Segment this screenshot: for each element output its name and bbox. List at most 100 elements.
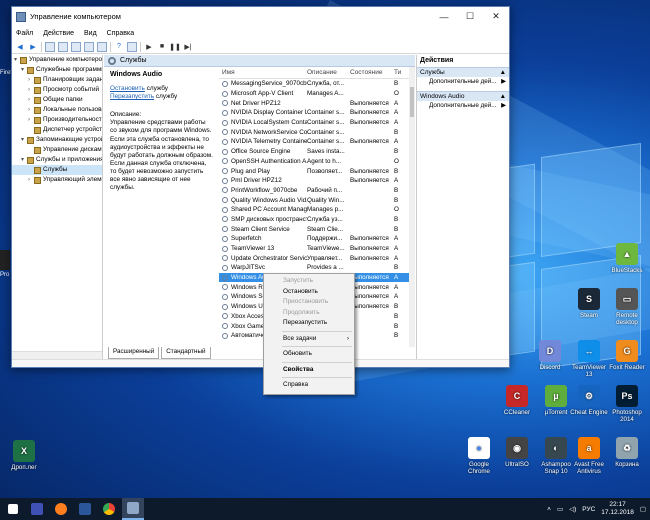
column-status[interactable]: Состояние [350, 69, 394, 76]
table-row[interactable]: Office Source Engine Saves insta... В [219, 147, 409, 157]
back-icon[interactable]: ◀ [15, 42, 25, 52]
menu-file[interactable]: Файл [16, 30, 33, 37]
tree-node[interactable]: › Управляющий элемен [12, 175, 102, 185]
desktop-icon-excel[interactable]: X Дроп.лег [4, 440, 44, 471]
desktop-icon[interactable]: ▭ Remote desktop [607, 288, 647, 326]
title-bar[interactable]: Управление компьютером — ☐ ✕ [12, 7, 509, 26]
menu-item-refresh[interactable]: Обновить [264, 349, 354, 360]
desktop-icon[interactable]: C CCleaner [497, 385, 537, 416]
tree-node[interactable]: ▾Управление компьютером (л [12, 55, 102, 65]
table-row[interactable]: NVIDIA NetworkService Co... Container s..… [219, 127, 409, 137]
pause-service-icon[interactable]: ❚❚ [169, 42, 181, 52]
tree-node[interactable]: › Производительность [12, 115, 102, 125]
desktop-icon[interactable]: ● Google Chrome [459, 437, 499, 475]
actions-section-windows-audio[interactable]: Windows Audio ▲ [417, 91, 509, 101]
start-button[interactable] [2, 498, 24, 520]
menu-item-restart[interactable]: Перезапустить [264, 318, 354, 329]
table-row[interactable]: Update Orchestrator Service Управляет... В… [219, 253, 409, 263]
desktop-icon[interactable]: D Discord [530, 340, 570, 371]
stop-service-link[interactable]: Остановить [110, 85, 145, 92]
tree-node[interactable]: › Просмотр событий [12, 85, 102, 95]
network-icon[interactable]: ▭ [557, 505, 563, 513]
notifications-icon[interactable]: ▢ [640, 505, 646, 513]
table-row[interactable]: PrintWorkflow_9070cbe Рабочий п... В [219, 186, 409, 196]
close-button[interactable]: ✕ [483, 11, 509, 22]
menu-help[interactable]: Справка [107, 30, 134, 37]
desktop-icon[interactable]: a Avast Free Antivirus [569, 437, 609, 475]
more-actions-windows-audio[interactable]: Дополнительные дей... ▶ [417, 101, 509, 111]
desktop-icon[interactable]: G Foxit Reader [607, 340, 647, 371]
table-row[interactable]: Microsoft App-V Client Manages A... О [219, 89, 409, 99]
tree-node[interactable]: ›Планировщик заданий [12, 75, 102, 85]
desktop-icon[interactable]: ♻ Корзина [607, 437, 647, 468]
export-icon[interactable] [97, 41, 107, 52]
table-row[interactable]: OpenSSH Authentication A... Agent to h...… [219, 157, 409, 167]
menu-item-stop[interactable]: Остановить [264, 287, 354, 298]
menu-item-all-tasks[interactable]: Все задачи › [264, 334, 354, 345]
table-row[interactable]: SMP дисковых пространст... Служба уз... В [219, 215, 409, 225]
language-indicator[interactable]: РУС [582, 506, 595, 513]
maximize-button[interactable]: ☐ [457, 11, 483, 22]
table-row[interactable]: MessagingService_9070cbe Служба, от... В [219, 79, 409, 89]
table-row[interactable]: NVIDIA Display Container LS Container s..… [219, 108, 409, 118]
table-row[interactable]: Pml Driver HPZ12 Выполняется А [219, 176, 409, 186]
taskbar-chrome[interactable] [98, 498, 120, 520]
table-row[interactable]: Net Driver HPZ12 Выполняется А [219, 98, 409, 108]
tree-node[interactable]: ▾ Служебные программы [12, 65, 102, 75]
more-actions-services[interactable]: Дополнительные дей... ▶ [417, 77, 509, 87]
list-view-icon[interactable] [71, 41, 81, 52]
table-row[interactable]: Quality Windows Audio Vid... Quality Win.… [219, 195, 409, 205]
tree-node[interactable]: › Общие папки [12, 95, 102, 105]
desktop-icon[interactable]: S Steam [569, 288, 609, 319]
actions-section-services[interactable]: Службы ▲ [417, 67, 509, 77]
show-tree-icon[interactable] [58, 41, 68, 52]
desktop-icon[interactable]: ◉ UltraISO [497, 437, 537, 468]
refresh-icon[interactable] [84, 41, 94, 52]
menu-item-help[interactable]: Справка [264, 380, 354, 391]
volume-icon[interactable]: ◁) [569, 505, 576, 513]
side-handle[interactable] [0, 250, 10, 270]
table-row[interactable]: NVIDIA LocalSystem Contain...Container s… [219, 118, 409, 128]
restart-service-link[interactable]: Перезапустить [110, 93, 154, 100]
table-row[interactable]: Steam Client Service Steam Clie... В [219, 224, 409, 234]
services-vertical-scrollbar[interactable] [409, 67, 415, 347]
tab-extended[interactable]: Расширенный [108, 347, 160, 359]
clock[interactable]: 22:17 17.12.2018 [601, 501, 634, 517]
up-folder-icon[interactable] [45, 41, 55, 52]
taskbar-firefox[interactable] [50, 498, 72, 520]
column-type[interactable]: Ти [394, 69, 409, 76]
table-row[interactable]: NVIDIA Telemetry Container Container s...… [219, 137, 409, 147]
table-row[interactable]: TeamViewer 13 TeamViewe... Выполняется А [219, 244, 409, 254]
desktop-icon[interactable]: ▲ BlueStacks [607, 243, 647, 274]
help-icon[interactable]: ? [114, 42, 124, 52]
tree-node[interactable]: Службы [12, 165, 102, 175]
tree-node[interactable]: ▾ Службы и приложения [12, 155, 102, 165]
stop-service-icon[interactable]: ■ [157, 42, 167, 52]
column-name[interactable]: Имя [219, 69, 307, 76]
taskbar-save[interactable] [26, 498, 48, 520]
scrollbar-thumb[interactable] [410, 87, 414, 117]
desktop-icon[interactable]: Ps Photoshop 2014 [607, 385, 647, 423]
menu-action[interactable]: Действие [43, 30, 74, 37]
minimize-button[interactable]: — [431, 12, 457, 22]
desktop-icon[interactable]: ↔ TeamViewer 13 [569, 340, 609, 378]
desktop-icon[interactable]: ⚙ Cheat Engine [569, 385, 609, 416]
tree-node[interactable]: Управление дисками [12, 145, 102, 155]
tree-node[interactable]: ›Локальные пользовате [12, 105, 102, 115]
menu-item-properties[interactable]: Свойства [264, 365, 354, 376]
start-service-icon[interactable]: ▶ [144, 42, 154, 52]
menu-item-start[interactable]: Запустить [264, 276, 354, 287]
tree-horizontal-scrollbar[interactable] [12, 351, 102, 359]
restart-service-icon[interactable]: ▶| [183, 42, 193, 52]
menu-view[interactable]: Вид [84, 30, 97, 37]
table-row[interactable]: WarpJITSvc Provides a ... В [219, 263, 409, 273]
table-row[interactable]: Plug and Play Позволяет... Выполняется В [219, 166, 409, 176]
tree-node[interactable]: ▾Запоминающие устройст [12, 135, 102, 145]
taskbar-word[interactable] [74, 498, 96, 520]
menu-item-resume[interactable]: Продолжить [264, 308, 354, 319]
menu-item-pause[interactable]: Приостановить [264, 297, 354, 308]
taskbar-computer-management[interactable] [122, 498, 144, 520]
properties-icon[interactable] [127, 41, 137, 52]
forward-icon[interactable]: ▶ [28, 42, 38, 52]
table-row[interactable]: Shared PC Account Manager Manages p... О [219, 205, 409, 215]
